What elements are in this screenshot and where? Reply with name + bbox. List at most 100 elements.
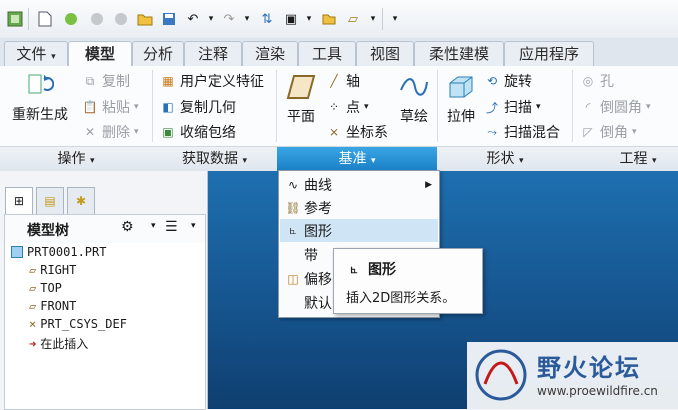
menu-item-label: 默认 bbox=[304, 295, 332, 312]
copy-geometry-label: 复制几何 bbox=[180, 100, 236, 116]
part-icon bbox=[11, 246, 23, 258]
udf-label: 用户定义特征 bbox=[180, 74, 264, 90]
show-icon[interactable]: ☰ bbox=[165, 219, 178, 235]
new-file-icon[interactable] bbox=[36, 10, 54, 28]
chamfer-button[interactable]: ◸ 倒角 ▾ bbox=[580, 122, 636, 142]
tree-item-label: TOP bbox=[40, 281, 62, 295]
undo-icon[interactable]: ↶ bbox=[184, 10, 202, 28]
chevron-down-icon[interactable]: ▾ bbox=[238, 10, 256, 28]
group-separator bbox=[437, 70, 438, 142]
sketch-button[interactable]: 草绘 bbox=[396, 72, 432, 126]
chevron-down-icon: ▾ bbox=[518, 156, 524, 166]
chevron-down-icon: ▾ bbox=[134, 127, 139, 137]
chevron-down-icon[interactable]: ▾ bbox=[300, 10, 318, 28]
tree-item-part[interactable]: PRT0001.PRT bbox=[11, 245, 106, 259]
favorites-tab[interactable]: ✱ bbox=[67, 187, 95, 215]
group-operations[interactable]: 操作 ▾ bbox=[0, 147, 152, 171]
group-shapes[interactable]: 形状 ▾ bbox=[438, 147, 572, 171]
chevron-down-icon[interactable]: ▾ bbox=[151, 221, 156, 231]
tree-item-right[interactable]: ▱ RIGHT bbox=[29, 263, 76, 277]
round-button[interactable]: ◜ 倒圆角 ▾ bbox=[580, 97, 651, 117]
csys-icon: ⨯ bbox=[29, 317, 37, 331]
navigator-panel: ⊞ ▤ ✱ 模型树 ⚙ ▾ ☰ ▾ PRT0001.PRT ▱ RIGHT ▱ TO… bbox=[0, 171, 208, 410]
model-tree-title: 模型树 bbox=[27, 223, 69, 239]
point-button[interactable]: ⁘ 点 ▾ bbox=[326, 97, 369, 117]
extrude-label: 拉伸 bbox=[447, 109, 475, 125]
chevron-down-icon: ▾ bbox=[134, 102, 139, 112]
revolve-button[interactable]: ⟲ 旋转 bbox=[484, 71, 532, 91]
regenerate-button[interactable]: 重新生成 bbox=[8, 70, 72, 124]
tab-view[interactable]: 视图 bbox=[356, 41, 414, 66]
gray-circle-icon[interactable] bbox=[88, 10, 106, 28]
chamfer-icon: ◸ bbox=[583, 125, 593, 139]
tree-item-insert-here[interactable]: ➜ 在此插入 bbox=[29, 335, 88, 352]
tab-render[interactable]: 渲染 bbox=[242, 41, 298, 66]
menu-item-label: 带 bbox=[304, 247, 318, 264]
arrow-icon: ➜ bbox=[29, 336, 37, 351]
save-icon[interactable] bbox=[160, 10, 178, 28]
paste-button[interactable]: 📋 粘贴 ▾ bbox=[82, 97, 139, 117]
sketch-icon bbox=[399, 72, 429, 102]
chevron-down-icon[interactable]: ▾ bbox=[191, 221, 196, 231]
green-circle-icon[interactable] bbox=[62, 10, 80, 28]
axis-label: 轴 bbox=[346, 74, 360, 90]
tree-item-top[interactable]: ▱ TOP bbox=[29, 281, 62, 295]
copy-button[interactable]: ⧉ 复制 bbox=[82, 71, 130, 91]
curve-icon: ∿ bbox=[287, 177, 299, 192]
shrinkwrap-button[interactable]: ▣ 收缩包络 bbox=[160, 122, 236, 142]
windows-icon[interactable]: ▣ bbox=[282, 10, 300, 28]
chevron-down-icon[interactable]: ▾ bbox=[364, 10, 382, 28]
tree-item-front[interactable]: ▱ FRONT bbox=[29, 299, 76, 313]
group-datum[interactable]: 基准 ▾ bbox=[277, 147, 437, 171]
datum-plane-icon: ▱ bbox=[29, 281, 37, 295]
folder-browser-tab[interactable]: ▤ bbox=[36, 187, 64, 215]
sweep-button[interactable]: ⤴ 扫描 ▾ bbox=[484, 97, 541, 117]
copy-geometry-button[interactable]: ◧ 复制几何 bbox=[160, 97, 236, 117]
tree-item-csys[interactable]: ⨯ PRT_CSYS_DEF bbox=[29, 317, 127, 331]
menu-item-graph[interactable]: ⦜ 图形 bbox=[280, 219, 438, 242]
plane-button[interactable]: 平面 bbox=[282, 72, 320, 126]
tab-model[interactable]: 模型 bbox=[68, 41, 132, 68]
redo-icon[interactable]: ↷ bbox=[220, 10, 238, 28]
menu-item-reference[interactable]: ⛓ 参考 bbox=[280, 196, 438, 219]
reference-icon: ⛓ bbox=[285, 200, 301, 215]
extrude-button[interactable]: 拉伸 bbox=[442, 72, 480, 126]
axis-icon: ╱ bbox=[330, 74, 338, 88]
separator bbox=[382, 8, 383, 30]
close-window-icon[interactable] bbox=[320, 10, 338, 28]
star-icon: ✱ bbox=[75, 194, 87, 208]
tab-tools[interactable]: 工具 bbox=[298, 41, 356, 66]
swept-blend-button[interactable]: ⤳ 扫描混合 bbox=[484, 122, 560, 142]
gray-circle-icon[interactable] bbox=[112, 10, 130, 28]
chevron-down-icon[interactable]: ▾ bbox=[202, 10, 220, 28]
udf-button[interactable]: ▦ 用户定义特征 bbox=[160, 71, 264, 91]
customize-toolbar-icon[interactable]: ▾ bbox=[386, 10, 404, 28]
open-folder-icon[interactable] bbox=[136, 10, 154, 28]
group-get-data[interactable]: 获取数据 ▾ bbox=[153, 147, 276, 171]
submenu-arrow-icon: ▶ bbox=[425, 179, 432, 190]
csys-button[interactable]: ⨯ 坐标系 bbox=[326, 122, 388, 142]
model-tree-tab[interactable]: ⊞ bbox=[5, 187, 33, 215]
hole-button[interactable]: ◎ 孔 bbox=[580, 71, 614, 91]
tooltip-title-text: 图形 bbox=[368, 262, 396, 278]
tab-flexible-modeling[interactable]: 柔性建模 bbox=[414, 41, 504, 66]
axis-button[interactable]: ╱ 轴 bbox=[326, 71, 360, 91]
quick-access-toolbar: ↶ ▾ ↷ ▾ ⇅ ▣ ▾ ▱ ▾ ▾ bbox=[0, 0, 678, 39]
tab-annotate[interactable]: 注释 bbox=[184, 41, 242, 66]
shrinkwrap-label: 收缩包络 bbox=[180, 125, 236, 141]
tab-analysis[interactable]: 分析 bbox=[132, 41, 184, 66]
delete-button[interactable]: ✕ 删除 ▾ bbox=[82, 122, 139, 142]
group-label: 工程 bbox=[619, 151, 648, 167]
chamfer-label: 倒角 bbox=[600, 125, 628, 141]
regenerate-icon[interactable]: ⇅ bbox=[258, 10, 276, 28]
group-engineering[interactable]: 工程 ▾ bbox=[573, 147, 678, 171]
style-icon[interactable]: ▱ bbox=[344, 10, 362, 28]
group-separator bbox=[152, 70, 153, 142]
swept-blend-label: 扫描混合 bbox=[504, 125, 560, 141]
settings-icon[interactable]: ⚙ bbox=[121, 219, 134, 235]
hole-label: 孔 bbox=[600, 74, 614, 90]
copy-icon: ⧉ bbox=[85, 73, 95, 88]
tab-file[interactable]: 文件 ▾ bbox=[4, 41, 68, 66]
tab-applications[interactable]: 应用程序 bbox=[504, 41, 594, 66]
menu-item-curve[interactable]: ∿ 曲线 ▶ bbox=[280, 173, 438, 196]
